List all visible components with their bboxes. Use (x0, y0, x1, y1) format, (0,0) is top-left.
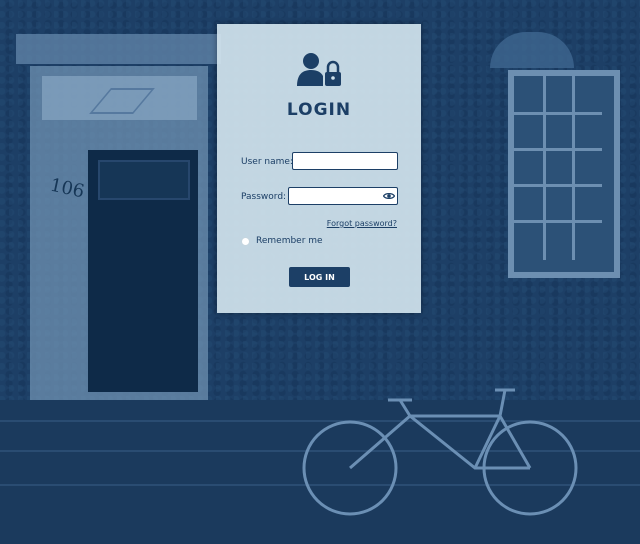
door-window (98, 160, 190, 200)
door-lintel (16, 34, 221, 64)
bicycle (302, 388, 578, 516)
user-lock-icon (297, 53, 341, 86)
password-input[interactable] (288, 187, 398, 205)
remember-me-radio[interactable] (241, 237, 250, 246)
window-grid (514, 76, 602, 260)
remember-me-label: Remember me (256, 236, 323, 246)
login-title: LOGIN (286, 100, 352, 120)
login-button[interactable]: LOG IN (289, 267, 350, 287)
eye-icon[interactable] (383, 192, 395, 200)
username-label: User name: (241, 157, 293, 167)
forgot-password-link[interactable]: Forgot password? (327, 219, 397, 228)
login-card: LOGIN User name: Password: Forgot passwo… (217, 24, 421, 313)
password-label: Password: (241, 192, 287, 202)
username-input[interactable] (292, 152, 398, 170)
